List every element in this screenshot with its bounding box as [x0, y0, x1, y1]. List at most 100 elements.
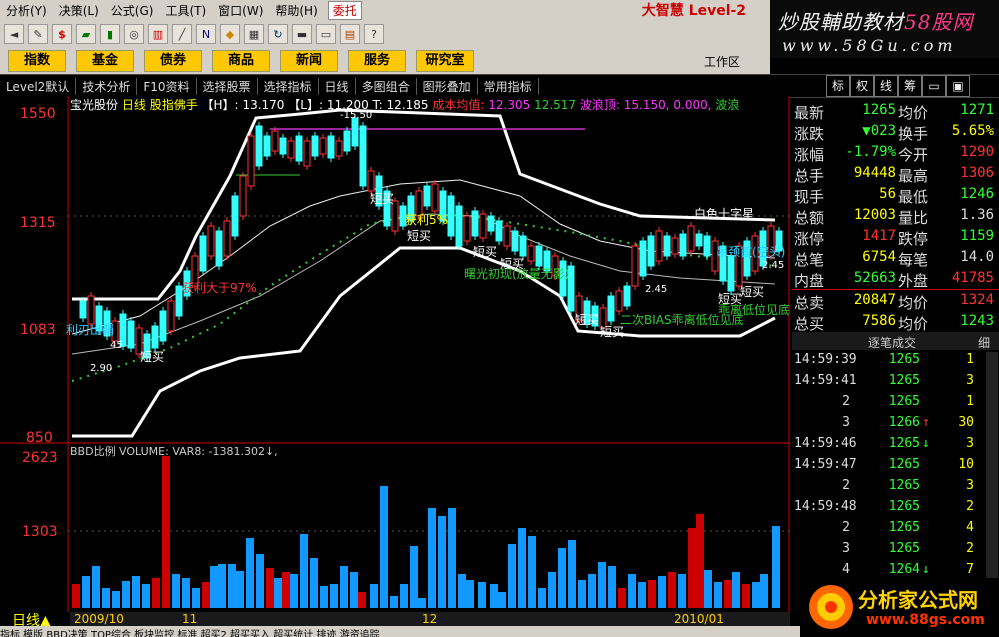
bottom-indicator-tabs[interactable]: 指标 模版 BBD决策 TOP综合 板块监控 标准 超买2 超买买入 超买统计 …	[0, 626, 800, 637]
help-icon[interactable]: ?	[364, 24, 384, 44]
volume-bar	[162, 456, 170, 608]
binoculars-icon[interactable]: ◎	[124, 24, 144, 44]
level2-default[interactable]: Level2默认	[0, 77, 77, 95]
trade-row: 2 1265 4	[792, 520, 988, 541]
trade-row: 14:59:39 1265 1	[792, 352, 988, 373]
chart-overlay[interactable]: 图形叠加	[417, 77, 478, 95]
tab-commodity[interactable]: 商品	[212, 50, 270, 72]
back-icon[interactable]: ◄	[4, 24, 24, 44]
select-stock[interactable]: 选择股票	[197, 77, 258, 95]
select-indicator[interactable]: 选择指标	[258, 77, 319, 95]
trades-scrollbar[interactable]	[986, 352, 998, 608]
period-daily[interactable]: 日线	[319, 77, 356, 95]
quote-value: 52663	[853, 270, 896, 286]
tab-line[interactable]: 线	[874, 75, 898, 97]
trade-time: 14:59:41	[794, 373, 857, 388]
trade-arrow-icon: ↓	[922, 562, 930, 577]
candle-body	[295, 135, 303, 162]
candle-body	[631, 245, 639, 287]
quote-label: 涨幅	[794, 146, 825, 164]
kline-chart[interactable]: 1550 1315 1083 850 2623 1303 短买 短买 短买 短买…	[0, 96, 790, 626]
volume-bar	[310, 558, 318, 608]
quote-row: 现手 56 最低 1246	[792, 184, 999, 206]
quote-row: 内盘 52663 外盘 41785	[792, 268, 999, 290]
menu-tools[interactable]: 工具(T)	[159, 2, 212, 19]
kline-icon[interactable]: ▥	[148, 24, 168, 44]
tab-mark[interactable]: 标	[826, 75, 850, 97]
tab-fund[interactable]: 基金	[76, 50, 134, 72]
quote-label: 最高	[898, 167, 929, 185]
warning-icon[interactable]: ◆	[220, 24, 240, 44]
signal-short-buy: 短买	[473, 245, 497, 259]
quote-label: 总卖	[794, 294, 825, 312]
volume-bar	[498, 592, 506, 608]
menu-help[interactable]: 帮助(H)	[269, 2, 323, 19]
menu-decision[interactable]: 决策(L)	[53, 2, 105, 19]
candle-body	[311, 135, 319, 157]
trade-volume: 1	[966, 352, 974, 367]
panel-tabs: 标 权 线 筹 ▭ ▣	[826, 75, 970, 97]
trade-price: 1265	[888, 436, 920, 451]
tab-service[interactable]: 服务	[348, 50, 406, 72]
quote-value: 41785	[951, 270, 994, 286]
flag-icon[interactable]: ▰	[76, 24, 96, 44]
price-tick-850: 850	[26, 430, 53, 446]
volume-bar	[588, 574, 596, 608]
volume-bar	[688, 528, 696, 608]
menu-formula[interactable]: 公式(G)	[105, 2, 160, 19]
dollar-icon[interactable]: $	[52, 24, 72, 44]
signal-profit-97: 获利大于97%	[182, 281, 257, 295]
trade-volume: 1	[966, 394, 974, 409]
candle-body	[335, 140, 343, 157]
minimize-icon[interactable]: ▭	[922, 75, 946, 97]
quote-row: 最新 1265 均价 1271	[792, 100, 999, 122]
tech-analysis[interactable]: 技术分析	[76, 77, 138, 95]
candle-body	[639, 240, 647, 277]
quote-label: 外盘	[898, 272, 929, 290]
date-label: 12	[422, 612, 438, 626]
volume-bar	[714, 582, 722, 608]
multi-chart[interactable]: 多图组合	[356, 77, 417, 95]
window-icon[interactable]: ▭	[316, 24, 336, 44]
menu-window[interactable]: 窗口(W)	[212, 2, 269, 19]
stock-name: 宝光股份	[70, 98, 119, 112]
refresh-icon[interactable]: ↻	[268, 24, 288, 44]
tab-chips[interactable]: 筹	[898, 75, 922, 97]
tab-news[interactable]: 新闻	[280, 50, 338, 72]
signal-white-doji: 白色十字星	[694, 206, 754, 221]
quote-label: 均价	[898, 315, 929, 333]
entrust-button[interactable]: 委托	[327, 0, 362, 20]
bar-icon[interactable]: ▬	[292, 24, 312, 44]
tab-bond[interactable]: 债券	[144, 50, 202, 72]
chart-bars-icon[interactable]: ▮	[100, 24, 120, 44]
volume-bar	[358, 592, 366, 608]
workarea-label[interactable]: 工作区	[704, 53, 740, 70]
trades-detail-button[interactable]: 细	[978, 334, 990, 351]
news-icon[interactable]: N	[196, 24, 216, 44]
trend-icon[interactable]: ╱	[172, 24, 192, 44]
l-label: 【L】:	[288, 98, 323, 112]
tab-index[interactable]: 指数	[8, 50, 66, 72]
cost-value: 12.305	[488, 98, 531, 112]
f10-info[interactable]: F10资料	[137, 77, 197, 95]
volume-bar	[438, 516, 446, 608]
volume-bar	[458, 574, 466, 608]
tab-rights[interactable]: 权	[850, 75, 874, 97]
watermark-banner: 炒股輔助教材58股网 www.58Gu.com	[770, 0, 999, 58]
volume-bar	[320, 586, 328, 608]
trade-volume: 3	[966, 478, 974, 493]
quote-label: 今开	[898, 146, 929, 164]
menu-analysis[interactable]: 分析(Y)	[0, 2, 53, 19]
restore-icon[interactable]: ▣	[946, 75, 970, 97]
pen-icon[interactable]: ✎	[28, 24, 48, 44]
candle-body	[327, 135, 335, 159]
tab-research[interactable]: 研究室	[416, 50, 474, 72]
grid-icon[interactable]: ▦	[244, 24, 264, 44]
common-indicators[interactable]: 常用指标	[478, 77, 539, 95]
books-icon[interactable]: ▤	[340, 24, 360, 44]
quote-value: 56	[879, 186, 896, 202]
candle-body	[455, 205, 463, 247]
trade-time: 3	[842, 415, 850, 430]
volume-bar	[558, 548, 566, 608]
indicator-name: 股指佛手	[149, 98, 198, 112]
